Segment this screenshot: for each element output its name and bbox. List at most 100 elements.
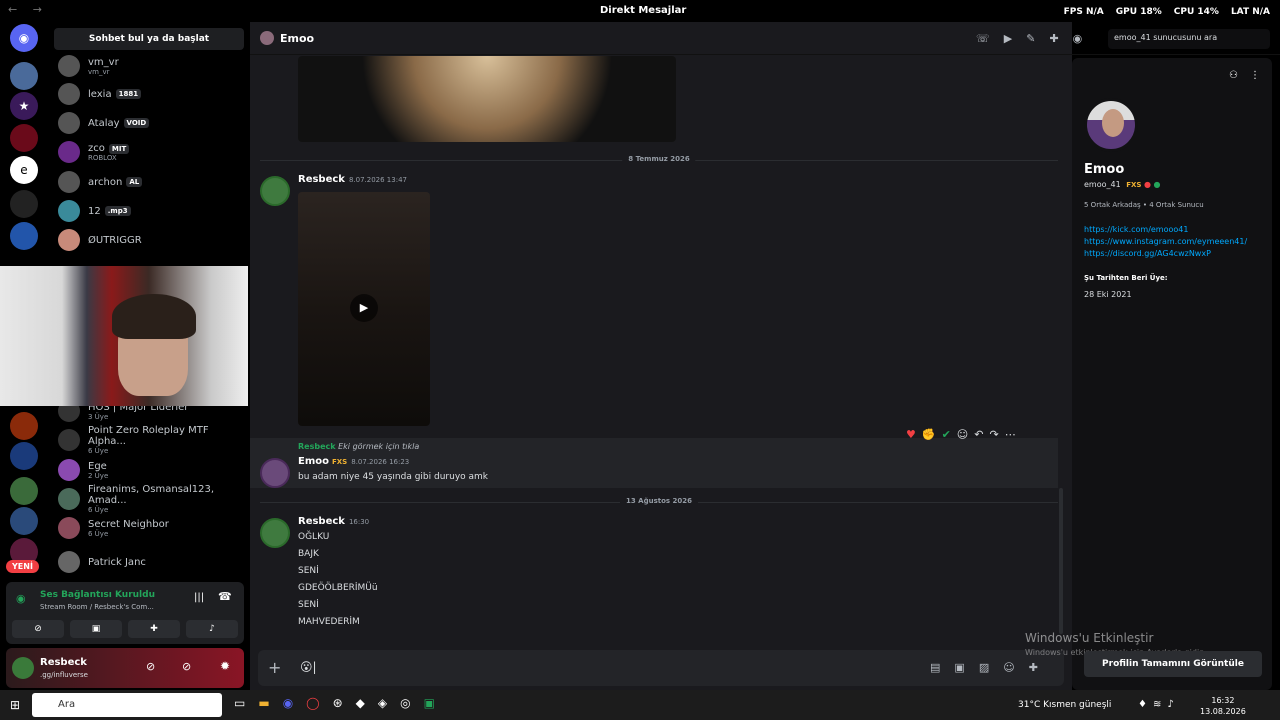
avatar[interactable] bbox=[260, 176, 290, 206]
member-since-date: 28 Eki 2021 bbox=[1084, 290, 1132, 299]
more-icon[interactable]: ⋮ bbox=[1250, 70, 1260, 81]
dm-item[interactable]: Ege 2 Üye bbox=[58, 456, 246, 484]
add-friend-icon[interactable]: ⚇ bbox=[1229, 70, 1238, 81]
scrollbar[interactable] bbox=[1059, 488, 1063, 634]
more-icon[interactable]: ⋯ bbox=[1005, 428, 1016, 441]
call-icon[interactable]: ☏ bbox=[976, 32, 990, 45]
app-icon[interactable]: ▣ bbox=[424, 696, 435, 710]
apps-icon[interactable]: ✚ bbox=[1029, 661, 1038, 674]
task-view-icon[interactable]: ▭ bbox=[234, 696, 245, 710]
dm-item[interactable]: ØUTRIGGR bbox=[58, 226, 246, 254]
obs-icon[interactable]: ◎ bbox=[400, 696, 410, 710]
dm-item[interactable]: archon AL bbox=[58, 168, 246, 196]
profile-avatar[interactable] bbox=[1084, 98, 1138, 152]
video-attachment[interactable]: ▶ bbox=[298, 192, 430, 426]
server-icon[interactable] bbox=[10, 477, 38, 505]
forward-icon[interactable]: ↷ bbox=[989, 428, 998, 441]
gear-icon[interactable]: ✹ bbox=[220, 659, 230, 673]
discord-home-icon[interactable]: ◉ bbox=[10, 24, 38, 52]
steam-icon[interactable]: ⊛ bbox=[333, 696, 343, 710]
opera-icon[interactable]: ◯ bbox=[306, 696, 319, 710]
thumbs-up-icon[interactable]: ✊ bbox=[922, 428, 936, 441]
profile-icon[interactable]: ◉ bbox=[1073, 32, 1083, 45]
server-icon[interactable] bbox=[10, 124, 38, 152]
avatar bbox=[260, 31, 274, 45]
dm-item[interactable]: vm_vr vm_vr bbox=[58, 52, 246, 80]
attach-plus-icon[interactable]: + bbox=[268, 658, 281, 677]
avatar[interactable] bbox=[260, 458, 290, 488]
server-icon[interactable] bbox=[10, 412, 38, 440]
emoji-icon[interactable]: ☺ bbox=[1003, 661, 1014, 674]
soundboard-button[interactable]: ♪ bbox=[186, 620, 238, 638]
voice-room[interactable]: Stream Room / Resbeck's Com... bbox=[40, 603, 154, 611]
avatar[interactable] bbox=[260, 518, 290, 548]
check-icon[interactable]: ✔ bbox=[942, 428, 951, 441]
server-icon[interactable] bbox=[10, 222, 38, 250]
perf-overlay: FPS N/A GPU 18% CPU 14% LAT N/A bbox=[1064, 7, 1270, 17]
profile-link[interactable]: https://discord.gg/AG4cwzNwxP bbox=[1084, 249, 1211, 258]
sticker-icon[interactable]: ▨ bbox=[979, 661, 989, 674]
noise-icon[interactable]: ||| bbox=[194, 592, 204, 603]
app-icon[interactable]: ◆ bbox=[356, 696, 365, 710]
dm-item[interactable]: lexia 1881 bbox=[58, 80, 246, 108]
reply-reference[interactable]: Resbeck Eki görmek için tıkla bbox=[298, 442, 419, 451]
mic-icon[interactable]: ♦ bbox=[1138, 699, 1147, 710]
dm-item[interactable]: Atalay VOID bbox=[58, 109, 246, 137]
message-line: SENİ bbox=[298, 566, 319, 576]
discord-app-icon[interactable]: ◉ bbox=[283, 696, 293, 710]
server-icon[interactable] bbox=[10, 507, 38, 535]
heart-icon[interactable]: ♥ bbox=[906, 428, 916, 441]
nav-arrows[interactable]: ← → bbox=[8, 3, 48, 16]
app-icon[interactable]: ◈ bbox=[378, 696, 387, 710]
dm-item[interactable]: Point Zero Roleplay MTF Alpha... 6 Üye bbox=[58, 425, 246, 455]
windows-start-icon[interactable]: ⊞ bbox=[10, 698, 20, 712]
add-friends-icon[interactable]: ✚ bbox=[1049, 32, 1058, 45]
avatar[interactable] bbox=[12, 657, 34, 679]
message-line: BAJK bbox=[298, 549, 319, 559]
find-conversation-button[interactable]: Sohbet bul ya da başlat bbox=[54, 28, 244, 50]
gif-icon[interactable]: ▣ bbox=[954, 661, 964, 674]
emoji-add-icon[interactable]: ☺ bbox=[957, 428, 968, 441]
dm-item[interactable]: zco MIT ROBLOX bbox=[58, 138, 246, 166]
profile-link[interactable]: https://kick.com/emooo41 bbox=[1084, 225, 1188, 234]
deafen-icon[interactable]: ⊘ bbox=[182, 660, 191, 673]
disconnect-icon[interactable]: ☎ bbox=[218, 590, 232, 603]
system-tray[interactable]: ♦ ≋ ♪ bbox=[1138, 699, 1174, 710]
gift-icon[interactable]: ▤ bbox=[930, 661, 940, 674]
mute-icon[interactable]: ⊘ bbox=[146, 660, 155, 673]
dm-item[interactable]: Fireanims, Osmansal123, Amad... 6 Üye bbox=[58, 484, 246, 514]
dm-item[interactable]: Secret Neighbor 6 Üye bbox=[58, 514, 246, 542]
dm-item[interactable]: 12 .mp3 bbox=[58, 197, 246, 225]
user-panel: Resbeck .gg/influverse ⊘ ⊘ ✹ bbox=[6, 648, 244, 688]
server-icon[interactable] bbox=[10, 190, 38, 218]
video-call-icon[interactable]: ▶ bbox=[1004, 32, 1012, 45]
screenshare-button[interactable]: ▣ bbox=[70, 620, 122, 638]
server-icon[interactable] bbox=[10, 62, 38, 90]
mutual-info[interactable]: 5 Ortak Arkadaş • 4 Ortak Sunucu bbox=[1084, 201, 1204, 209]
server-icon[interactable]: e bbox=[10, 156, 38, 184]
message-composer[interactable]: + 😮| ▤ ▣ ▨ ☺ ✚ bbox=[258, 650, 1064, 686]
image-attachment[interactable] bbox=[298, 56, 676, 142]
server-icon[interactable]: ★ bbox=[10, 92, 38, 120]
camera-button[interactable]: ⊘ bbox=[12, 620, 64, 638]
taskbar-search[interactable]: Ara bbox=[32, 693, 222, 717]
reply-icon[interactable]: ↶ bbox=[974, 428, 983, 441]
recipient-name[interactable]: Emoo bbox=[280, 32, 314, 45]
clock[interactable]: 16:32 13.08.2026 bbox=[1200, 695, 1246, 717]
wifi-icon[interactable]: ≋ bbox=[1153, 699, 1161, 710]
activities-button[interactable]: ✚ bbox=[128, 620, 180, 638]
file-explorer-icon[interactable]: ▬ bbox=[258, 696, 269, 710]
voice-status[interactable]: Ses Bağlantısı Kuruldu bbox=[40, 590, 155, 600]
dm-item[interactable]: Patrick Janc bbox=[58, 548, 246, 576]
server-icon[interactable] bbox=[10, 442, 38, 470]
weather-widget[interactable]: 31°C Kısmen güneşli bbox=[1018, 700, 1111, 710]
volume-icon[interactable]: ♪ bbox=[1167, 699, 1173, 710]
username[interactable]: Resbeck bbox=[40, 657, 87, 668]
composer-input[interactable]: 😮| bbox=[300, 660, 317, 674]
profile-link[interactable]: https://www.instagram.com/eymeeen41/ bbox=[1084, 237, 1247, 246]
play-icon[interactable]: ▶ bbox=[350, 294, 378, 322]
pin-icon[interactable]: ✎ bbox=[1026, 32, 1035, 45]
view-full-profile-button[interactable]: Profilin Tamamını Görüntüle bbox=[1084, 651, 1262, 677]
title-bar: ← → Direkt Mesajlar FPS N/A GPU 18% CPU … bbox=[0, 0, 1280, 22]
search-input[interactable]: emoo_41 sunucusunu ara bbox=[1108, 29, 1270, 49]
